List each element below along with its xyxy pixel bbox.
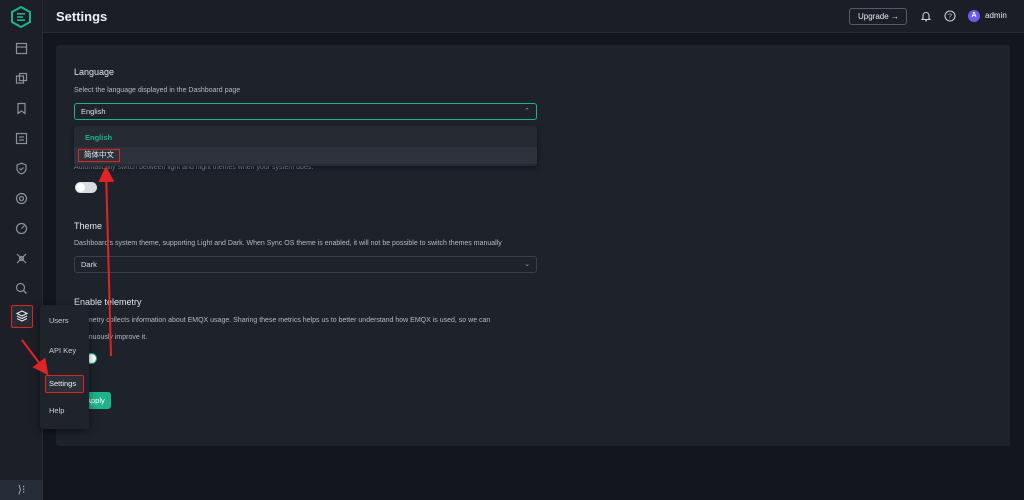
rules-icon[interactable] xyxy=(15,132,28,145)
language-option-english[interactable]: English xyxy=(85,133,112,142)
integration-icon[interactable] xyxy=(15,252,28,265)
submenu-item-users[interactable]: Users xyxy=(49,316,69,325)
sidebar: ⟩⁝ xyxy=(0,0,43,500)
upgrade-label: Upgrade xyxy=(858,12,889,21)
avatar[interactable]: A xyxy=(968,10,980,22)
system-submenu: Users API Key Settings Help xyxy=(40,305,89,429)
sidebar-item-system-active[interactable] xyxy=(11,305,33,328)
help-icon[interactable]: ? xyxy=(944,10,956,22)
language-option-chinese[interactable]: 简体中文 xyxy=(78,149,120,162)
submenu-item-api-key[interactable]: API Key xyxy=(49,346,76,355)
language-description: Select the language displayed in the Das… xyxy=(74,87,241,94)
user-name[interactable]: admin xyxy=(985,11,1007,20)
sync-os-theme-toggle[interactable] xyxy=(75,182,97,193)
upgrade-button[interactable]: Upgrade → xyxy=(849,8,907,25)
dashboard-icon[interactable] xyxy=(15,42,28,55)
submenu-item-help[interactable]: Help xyxy=(49,406,64,415)
theme-description: Dashboard's system theme, supporting Lig… xyxy=(74,240,502,247)
bell-icon[interactable] xyxy=(920,10,932,22)
theme-select[interactable]: Dark ⌄ xyxy=(74,256,537,273)
connections-icon[interactable] xyxy=(15,72,28,85)
chevron-up-icon: ⌃ xyxy=(524,108,530,115)
theme-label: Theme xyxy=(74,221,103,231)
emqx-logo-icon[interactable] xyxy=(10,6,32,28)
chevron-down-icon: ⌄ xyxy=(524,261,530,268)
monitoring-icon[interactable] xyxy=(15,222,28,235)
shield-icon[interactable] xyxy=(15,162,28,175)
language-select[interactable]: English ⌃ xyxy=(74,103,537,120)
language-select-value: English xyxy=(81,107,106,116)
telemetry-description-line1: Telemetry collects information about EMQ… xyxy=(74,317,491,324)
arrow-right-icon: → xyxy=(891,12,899,21)
extensions-icon[interactable] xyxy=(15,192,28,205)
language-option-row-chinese[interactable]: 简体中文 xyxy=(74,147,537,164)
diagnose-search-icon[interactable] xyxy=(15,282,28,295)
svg-text:?: ? xyxy=(948,14,952,21)
bookmark-icon[interactable] xyxy=(15,102,28,115)
sidebar-collapse-toggle[interactable]: ⟩⁝ xyxy=(0,480,43,500)
top-bar: Settings Upgrade → ? A admin xyxy=(43,0,1024,33)
page-title: Settings xyxy=(56,9,108,24)
language-label: Language xyxy=(74,67,115,77)
system-layers-icon xyxy=(16,310,28,322)
language-dropdown: English 简体中文 xyxy=(74,126,537,166)
submenu-item-settings[interactable]: Settings xyxy=(45,375,84,393)
theme-select-value: Dark xyxy=(81,260,97,269)
